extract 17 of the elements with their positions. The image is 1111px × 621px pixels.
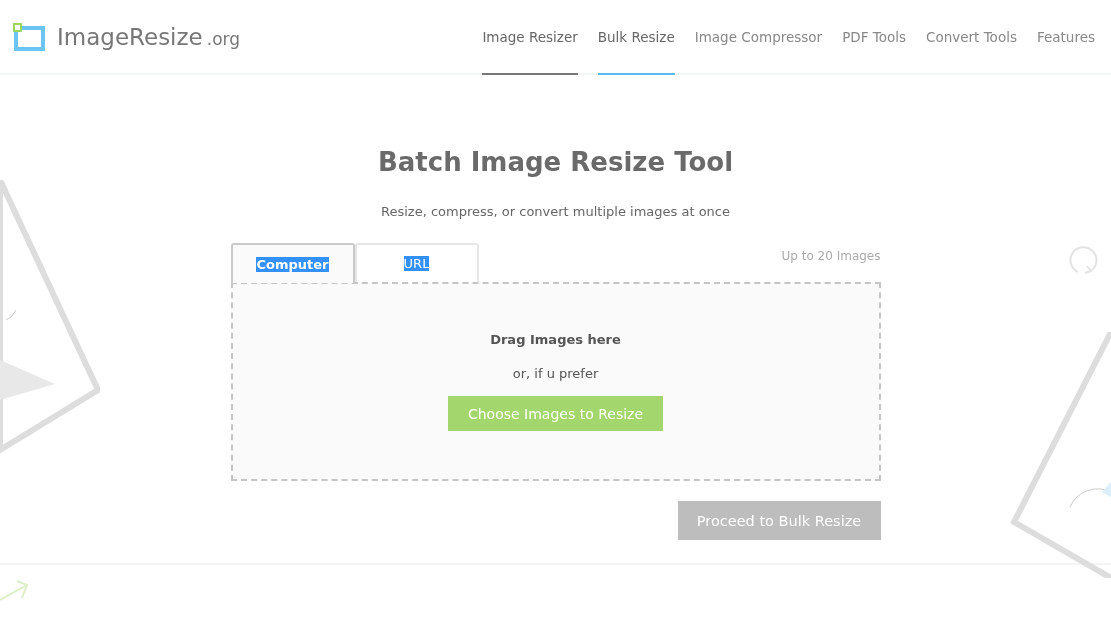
nav-link[interactable]: Convert Tools [926, 0, 1017, 75]
source-tab[interactable]: Computer [230, 243, 355, 283]
source-tab[interactable]: URL [354, 243, 479, 282]
image-limit-text: Up to 20 Images [781, 248, 881, 263]
page-subtitle: Resize, compress, or convert multiple images at once [380, 204, 731, 219]
drop-zone[interactable]: Drag Images here or, if u prefer Choose Images to Resize [230, 282, 881, 481]
arrow-icon [0, 580, 29, 602]
logo-text[interactable]: ImageResize .org [57, 23, 241, 50]
logo-icon [13, 22, 45, 51]
nav-link[interactable]: Image Resizer [482, 0, 578, 75]
nav-link[interactable]: Bulk Resize [597, 0, 675, 75]
drop-alt-text: or, if u prefer [512, 366, 599, 381]
page-title: Batch Image Resize Tool [376, 147, 735, 177]
drop-heading: Drag Images here [490, 332, 621, 347]
nav-link[interactable]: Features [1036, 0, 1095, 75]
nav-link[interactable]: PDF Tools [842, 0, 906, 75]
nav-link[interactable]: Image Compressor [694, 0, 823, 75]
